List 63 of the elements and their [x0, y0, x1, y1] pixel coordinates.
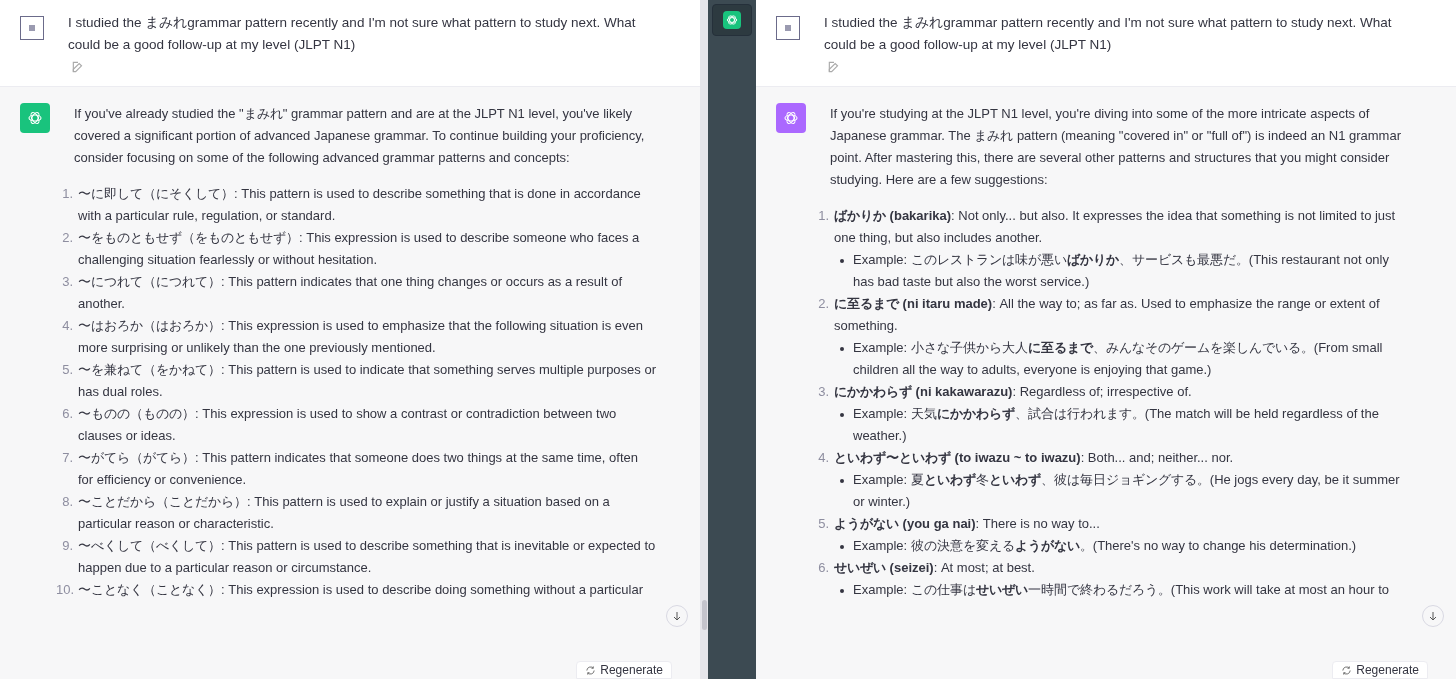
assistant-intro: If you're studying at the JLPT N1 level, you're diving into some of the more intricate aspects of Japanese grammar. The まみれ pattern (meaning "covered in" or "full of") is indeed an N1 grammar point. After mastering this, there are several other patterns and structures that you might consider studying. Here are a few suggestions:: [830, 105, 1402, 189]
list-number: 5.: [61, 361, 74, 379]
list-number: 8.: [61, 493, 74, 511]
model-tab[interactable]: [712, 4, 752, 36]
list-number: 2.: [817, 295, 830, 313]
list-item-text: 〜べくして（べくして）: This pattern is used to describe something that is inevitable or expected to happen due to a particular reason or circumstance.: [78, 537, 656, 577]
list-item-text: ようがない (you ga nai): There is no way to...: [834, 515, 1100, 533]
list-number: 4.: [817, 449, 830, 467]
example-text: Example: このレストランは味が悪いばかりか、サービスも最悪だ。(This restaurant not only has bad taste but also the worst service.): [853, 251, 1390, 291]
list-item-text: 〜につれて（につれて）: This pattern indicates that one thing changes or occurs as a result of another.: [78, 273, 624, 313]
assistant-intro: If you've already studied the "まみれ" grammar pattern and are at the JLPT N1 level, you've likely covered a significant portion of advanced Japanese grammar. To continue building your proficiency, consider focusing on some of the following advanced grammar patterns and concepts:: [74, 105, 646, 167]
list-item-text: に至るまで (ni itaru made): All the way to; as far as. Used to emphasize the range or extent of something.: [834, 295, 1381, 335]
regenerate-button[interactable]: Regenerate: [576, 661, 672, 679]
refresh-icon: [585, 664, 597, 676]
user-message: I studied the まみれgrammar pattern recently and I'm not sure what pattern to study next. What could be a good follow-up at my level (JLPT N1): [824, 14, 1393, 54]
list-number: 2.: [61, 229, 74, 247]
user-avatar-icon: [776, 16, 800, 40]
example-text: Example: 小さな子供から大人に至るまで、みんなそのゲームを楽しんでいる。(From small children all the way to adults, everyone is enjoying that game.): [853, 339, 1384, 379]
list-item-text: にかかわらず (ni kakawarazu): Regardless of; irrespective of.: [834, 383, 1192, 401]
list-number: 10.: [56, 581, 76, 599]
list-number: 7.: [61, 449, 74, 467]
list-number: 6.: [817, 559, 830, 577]
list-number: 3.: [817, 383, 830, 401]
arrow-down-icon: [1427, 610, 1439, 622]
example-text: Example: 彼の決意を変えるようがない。(There's no way to change his determination.): [853, 537, 1357, 555]
list-item-text: 〜がてら（がてら）: This pattern indicates that someone does two things at the same time, often for efficiency or convenience.: [78, 449, 639, 489]
scrollbar-thumb[interactable]: [701, 600, 707, 630]
bullet-icon: [840, 479, 844, 483]
regenerate-button[interactable]: Regenerate: [1332, 661, 1428, 679]
list-number: 4.: [61, 317, 74, 335]
scroll-down-button[interactable]: [1422, 605, 1444, 627]
list-number: 5.: [817, 515, 830, 533]
list-item-text: 〜はおろか（はおろか）: This expression is used to emphasize that the following situation is even more surprising or unlikely than the one previously mentioned.: [78, 317, 644, 357]
list-item-text: 〜を兼ねて（をかねて）: This pattern is used to indicate that something serves multiple purposes or has dual roles.: [78, 361, 656, 401]
example-text: Example: 夏といわず冬といわず、彼は毎日ジョギングする。(He jogs every day, be it summer or winter.): [853, 471, 1401, 511]
list-item-text: ばかりか (bakarika): Not only... but also. It expresses the idea that something is not limited to just one thing, but also includes another.: [834, 207, 1397, 247]
list-item-text: 〜をものともせず（をものともせず）: This expression is used to describe someone who faces a challenging situation fearlessly or without hesitation.: [78, 229, 641, 269]
edit-icon[interactable]: [71, 60, 85, 74]
refresh-icon: [1341, 664, 1353, 676]
list-item-text: せいぜい (seizei): At most; at best.: [834, 559, 1035, 577]
list-number: 1.: [817, 207, 830, 225]
logo-icon: [725, 13, 739, 27]
bullet-icon: [840, 545, 844, 549]
list-item-text: 〜ことなく（ことなく）: This expression is used to describe doing something without a particular: [78, 581, 643, 599]
list-item-text: 〜ものの（ものの）: This expression is used to show a contrast or contradiction between two clauses or ideas.: [78, 405, 618, 445]
user-message: I studied the まみれgrammar pattern recently and I'm not sure what pattern to study next. What could be a good follow-up at my level (JLPT N1): [68, 14, 637, 54]
user-avatar-icon: [20, 16, 44, 40]
example-text: Example: 天気にかかわらず、試合は行われます。(The match will be held regardless of the weather.): [853, 405, 1380, 445]
bullet-icon: [840, 347, 844, 351]
bullet-icon: [840, 589, 844, 593]
list-number: 6.: [61, 405, 74, 423]
list-item-text: 〜に即して（にそくして）: This pattern is used to describe something that is done in accordance with a particular rule, regulation, or standard.: [78, 185, 642, 225]
arrow-down-icon: [671, 610, 683, 622]
list-number: 1.: [61, 185, 74, 203]
bullet-icon: [840, 259, 844, 263]
list-item-text: といわず〜といわず (to iwazu ~ to iwazu): Both... and; neither... nor.: [834, 449, 1234, 467]
list-item-text: 〜ことだから（ことだから）: This pattern is used to explain or justify a situation based on a particular reason or characteristic.: [78, 493, 611, 533]
example-text: Example: この仕事はせいぜい一時間で終わるだろう。(This work will take at most an hour to: [853, 581, 1389, 599]
list-number: 9.: [61, 537, 74, 555]
edit-icon[interactable]: [827, 60, 841, 74]
scroll-down-button[interactable]: [666, 605, 688, 627]
list-number: 3.: [61, 273, 74, 291]
bullet-icon: [840, 413, 844, 417]
